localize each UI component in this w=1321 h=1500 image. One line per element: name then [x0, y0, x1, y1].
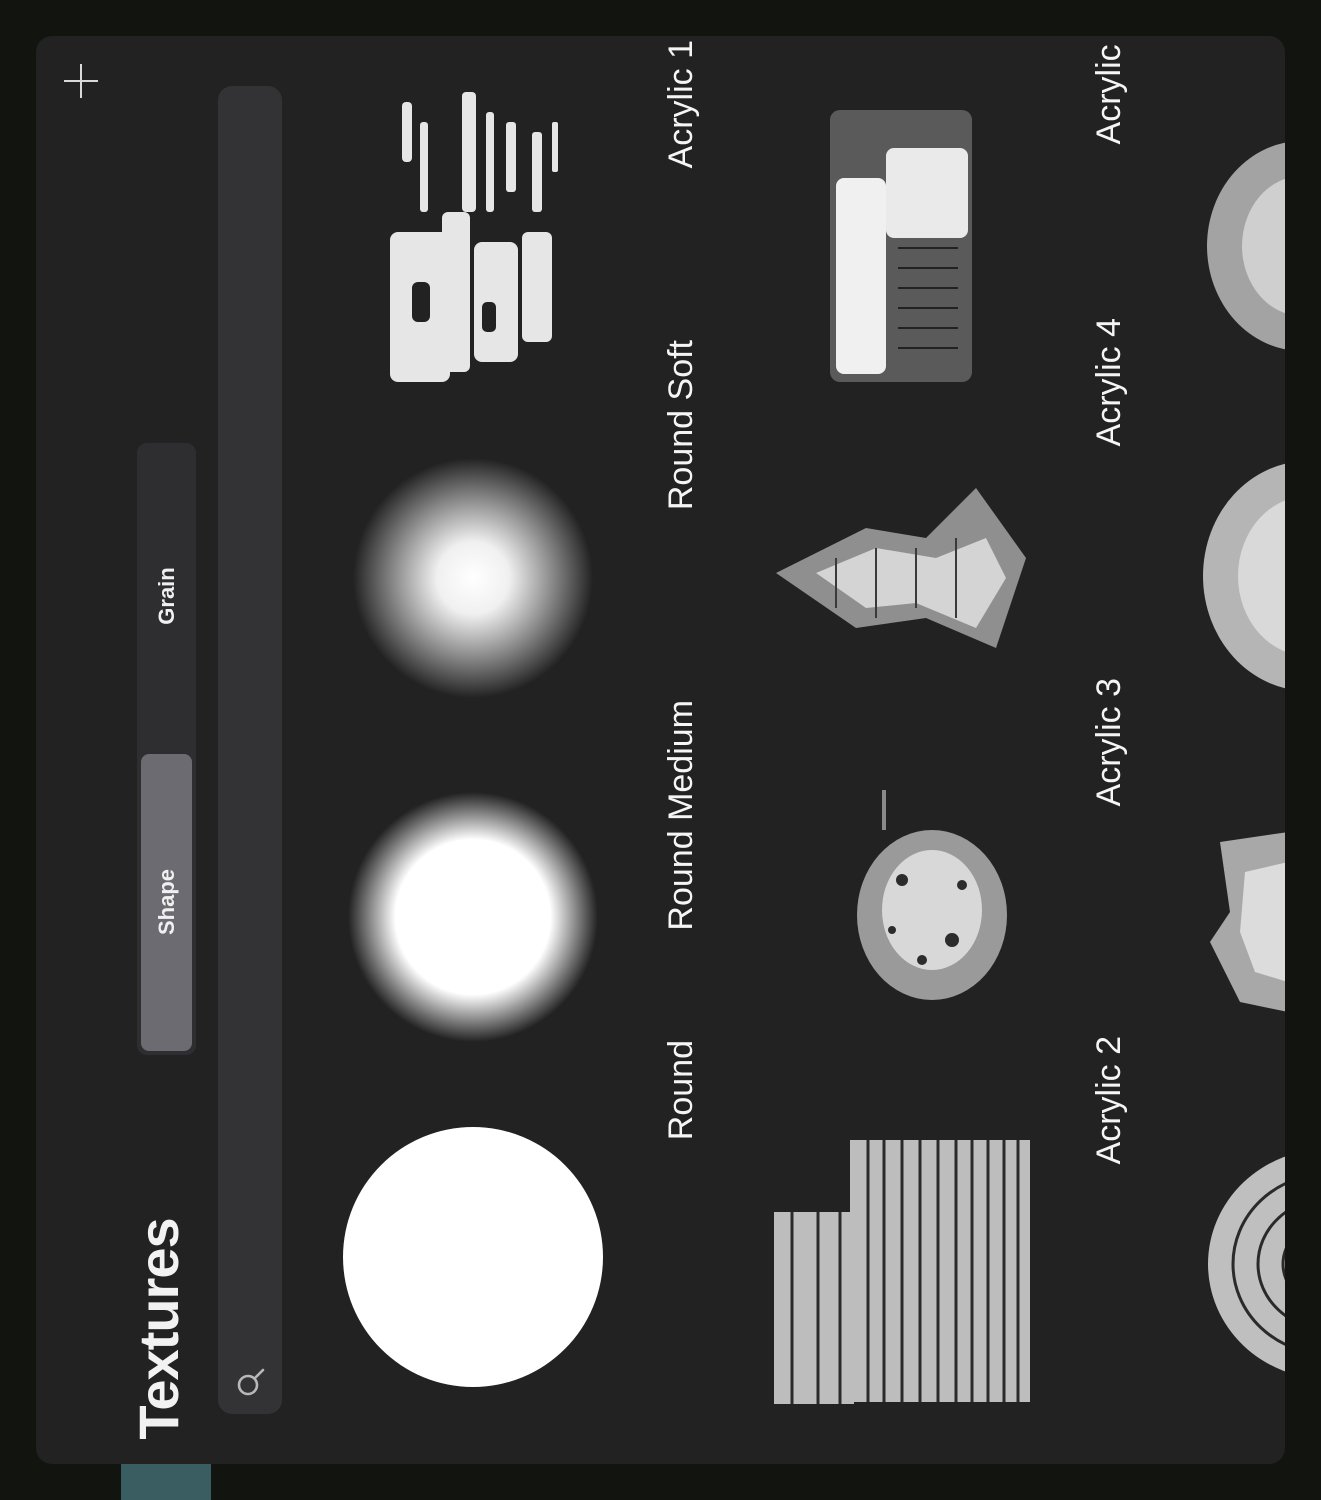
tab-shape[interactable]: Shape: [141, 754, 192, 1051]
brush-name-acrylic-3: Acrylic 3: [1090, 678, 1128, 807]
search-field[interactable]: [218, 86, 282, 1414]
search-icon: [237, 1368, 265, 1396]
brush-name-round-medium: Round Medium: [662, 700, 700, 931]
brush-round-soft-thumbnail[interactable]: [342, 458, 604, 708]
brush-thumbnail-row3-3[interactable]: [1198, 456, 1285, 696]
brush-acrylic-5-thumbnail[interactable]: [828, 108, 974, 384]
brush-name-acrylic-1: Acrylic 1: [662, 40, 700, 169]
brush-name-acrylic-5: Acrylic 5: [1090, 36, 1128, 145]
brush-thumbnail-row3-2[interactable]: [1200, 822, 1285, 1022]
shape-grain-segmented-control: Grain Shape: [137, 443, 196, 1055]
brush-acrylic-4-thumbnail[interactable]: [776, 478, 1036, 668]
brush-name-round: Round: [662, 1040, 700, 1141]
textures-panel: Textures Grain Shape Round Round Medium …: [36, 36, 1285, 1464]
brush-thumbnail-row3-4[interactable]: [1202, 136, 1285, 356]
tab-grain-label: Grain: [154, 567, 179, 625]
tab-grain[interactable]: Grain: [141, 447, 192, 747]
background-accent-tab: [121, 1462, 211, 1500]
panel-title: Textures: [127, 1218, 190, 1440]
brush-thumbnail-row3-1[interactable]: [1198, 1144, 1285, 1384]
brush-round-medium-thumbnail[interactable]: [342, 792, 604, 1042]
add-icon[interactable]: [64, 64, 98, 98]
brush-acrylic-2-thumbnail[interactable]: [772, 1122, 1034, 1408]
brush-name-acrylic-2: Acrylic 2: [1090, 1036, 1128, 1165]
tab-shape-label: Shape: [154, 868, 179, 936]
brush-acrylic-1-thumbnail[interactable]: [382, 92, 568, 392]
brush-acrylic-3-thumbnail[interactable]: [822, 790, 1032, 1020]
brush-round-thumbnail[interactable]: [342, 1126, 604, 1388]
